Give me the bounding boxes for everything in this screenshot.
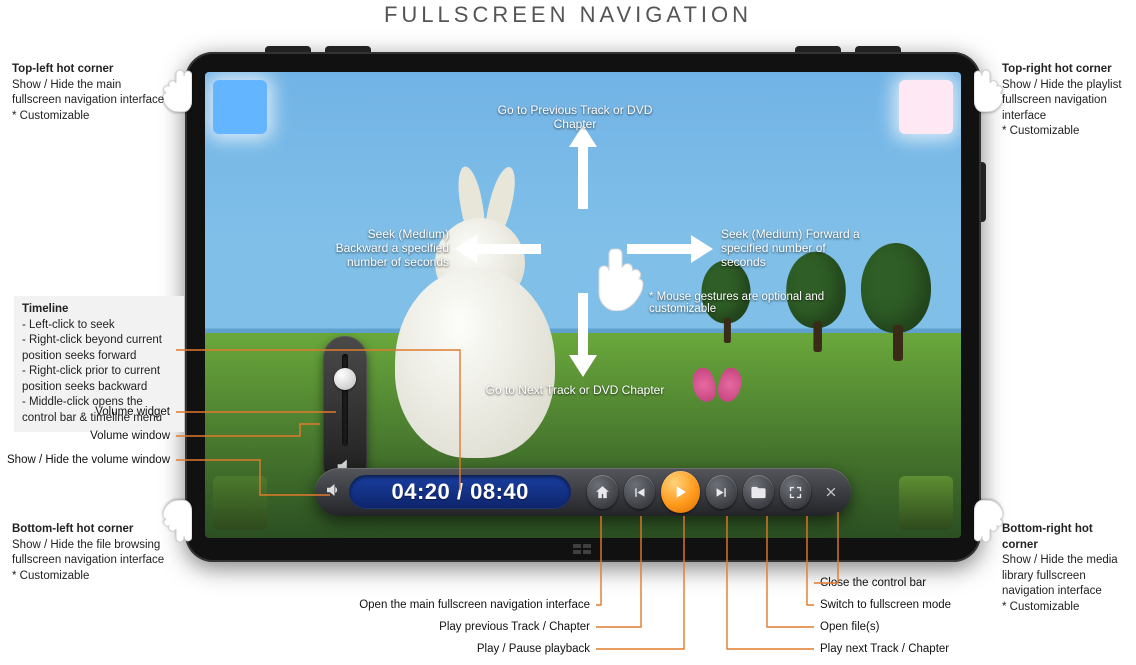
- callout-top-left: Top-left hot corner Show / Hide the main…: [4, 56, 174, 130]
- page-title: FULLSCREEN NAVIGATION: [0, 0, 1136, 28]
- label-fullscreen-button: Switch to fullscreen mode: [820, 599, 951, 611]
- close-controlbar-button[interactable]: [819, 479, 843, 505]
- time-total: 08:40: [470, 479, 529, 504]
- video-content-illustration: [365, 178, 585, 458]
- hotcorner-bottom-right[interactable]: [899, 476, 953, 530]
- gesture-label-down: Go to Next Track or DVD Chapter: [485, 383, 665, 397]
- next-button[interactable]: [706, 475, 737, 509]
- volume-widget[interactable]: [334, 368, 356, 390]
- label-show-hide-volume: Show / Hide the volume window: [4, 454, 170, 466]
- tablet-home-icon: [566, 542, 600, 556]
- label-home-button: Open the main fullscreen navigation inte…: [320, 599, 590, 611]
- previous-button[interactable]: [624, 475, 655, 509]
- gesture-label-right: Seek (Medium) Forward a specified number…: [721, 227, 863, 269]
- callout-bottom-right: Bottom-right hot corner Show / Hide the …: [994, 516, 1136, 621]
- callout-top-right: Top-right hot corner Show / Hide the pla…: [994, 56, 1136, 146]
- label-close-button: Close the control bar: [820, 577, 926, 589]
- label-volume-widget: Volume widget: [4, 406, 170, 418]
- gesture-hand-icon: [593, 243, 653, 311]
- home-button[interactable]: [587, 475, 618, 509]
- timeline[interactable]: 04:20 / 08:40: [349, 475, 571, 509]
- gesture-note: * Mouse gestures are optional and custom…: [649, 291, 839, 315]
- control-bar: 04:20 / 08:40: [315, 468, 851, 516]
- callout-bottom-left: Bottom-left hot corner Show / Hide the f…: [4, 516, 174, 590]
- play-pause-button[interactable]: [661, 471, 700, 513]
- label-play-button: Play / Pause playback: [320, 643, 590, 655]
- fullscreen-button[interactable]: [780, 475, 811, 509]
- gesture-label-up: Go to Previous Track or DVD Chapter: [485, 103, 665, 131]
- hotcorner-bottom-left[interactable]: [213, 476, 267, 530]
- hotcorner-top-left[interactable]: [213, 80, 267, 134]
- label-prev-button: Play previous Track / Chapter: [320, 621, 590, 633]
- hotcorner-top-right[interactable]: [899, 80, 953, 134]
- label-open-button: Open file(s): [820, 621, 879, 633]
- volume-window[interactable]: [323, 336, 367, 486]
- tablet-device: Go to Previous Track or DVD Chapter Go t…: [185, 52, 981, 562]
- video-screen[interactable]: Go to Previous Track or DVD Chapter Go t…: [205, 72, 961, 538]
- open-file-button[interactable]: [743, 475, 774, 509]
- label-volume-window: Volume window: [4, 430, 170, 442]
- time-current: 04:20: [391, 479, 450, 504]
- volume-toggle-button[interactable]: [323, 481, 343, 504]
- gesture-label-left: Seek (Medium) Backward a specified numbe…: [321, 227, 449, 269]
- label-next-button: Play next Track / Chapter: [820, 643, 949, 655]
